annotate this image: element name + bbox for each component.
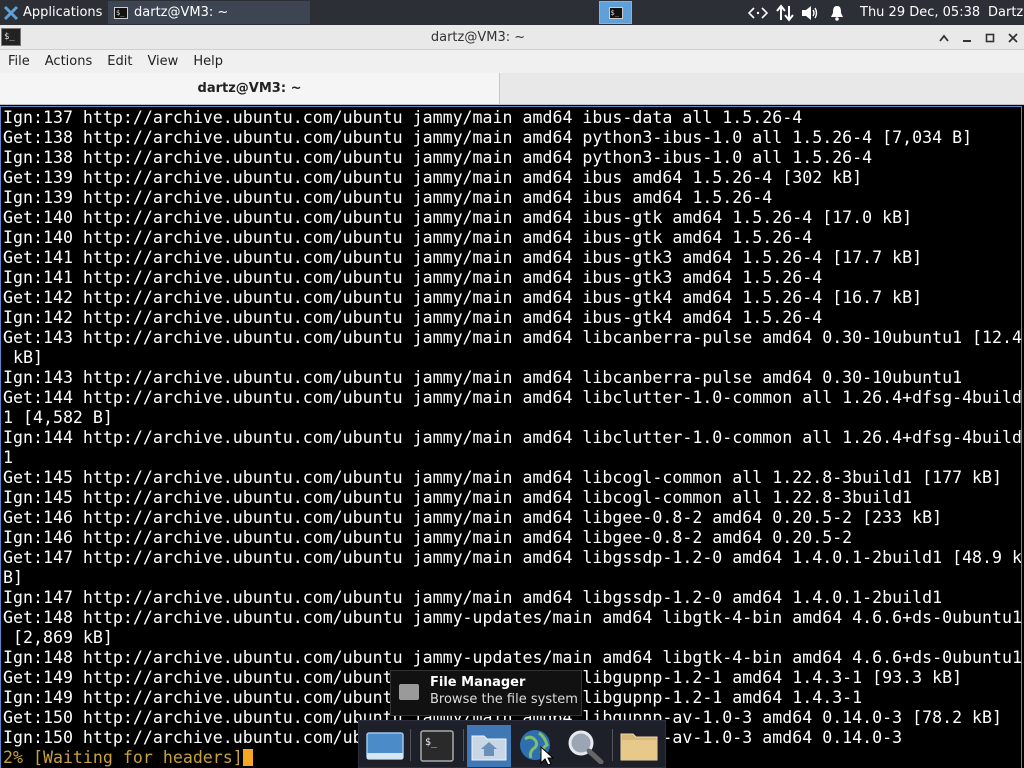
workspace-switcher-button[interactable]: $_ [599, 1, 632, 24]
clock[interactable]: Thu 29 Dec, 05:38 [860, 0, 980, 25]
window-title: dartz@VM3: ~ [430, 30, 526, 45]
xfce-logo-icon [3, 5, 19, 21]
text-cursor [242, 749, 253, 766]
close-icon [1008, 32, 1018, 43]
file-manager-tooltip: File Manager Browse the file system [390, 670, 582, 716]
show-desktop-button[interactable] [363, 725, 407, 767]
volume-icon[interactable] [801, 0, 819, 25]
terminal-line: 1 [3, 448, 13, 467]
maximize-icon [985, 33, 995, 42]
terminal-line: Get:145 http://archive.ubuntu.com/ubuntu… [3, 468, 1003, 487]
terminal-icon: $_ [420, 730, 454, 762]
show-desktop-icon [366, 732, 404, 760]
terminal-line: Get:140 http://archive.ubuntu.com/ubuntu… [3, 208, 913, 227]
dock-separator [410, 729, 411, 761]
search-launcher[interactable] [563, 725, 607, 767]
terminal-line: Ign:143 http://archive.ubuntu.com/ubuntu… [3, 368, 963, 387]
terminal-launcher[interactable]: $_ [415, 725, 459, 767]
svg-text:$_: $_ [425, 737, 438, 748]
terminal-line: Get:144 http://archive.ubuntu.com/ubuntu… [3, 388, 1022, 407]
terminal-line: Ign:147 http://archive.ubuntu.com/ubuntu… [3, 588, 943, 607]
tooltip-subtitle: Browse the file system [430, 692, 578, 707]
dock-separator [612, 729, 613, 761]
search-icon [568, 730, 604, 764]
taskbar-window-button[interactable]: $_ dartz@VM3: ~ [108, 1, 310, 24]
taskbar-window-label: dartz@VM3: ~ [134, 5, 229, 20]
terminal-line: Ign:141 http://archive.ubuntu.com/ubuntu… [3, 268, 823, 287]
terminal-line: Get:146 http://archive.ubuntu.com/ubuntu… [3, 508, 943, 527]
applications-label: Applications [23, 5, 103, 20]
top-panel: Applications $_ dartz@VM3: ~ $_ Thu 29 D… [0, 0, 1024, 25]
notification-bell-icon[interactable] [829, 0, 845, 25]
minimize-icon [963, 39, 971, 42]
tab-terminal[interactable]: dartz@VM3: ~ [0, 73, 500, 104]
terminal-line: 1 [4,582 B] [3, 408, 113, 427]
close-button[interactable] [1003, 25, 1023, 50]
terminal-line: Get:143 http://archive.ubuntu.com/ubuntu… [3, 328, 1022, 347]
terminal-line: Get:139 http://archive.ubuntu.com/ubuntu… [3, 168, 863, 187]
tooltip-title: File Manager [430, 675, 526, 690]
window-titlebar[interactable]: $_ dartz@VM3: ~ [0, 25, 1024, 50]
network-code-icon[interactable] [748, 0, 768, 25]
menu-edit[interactable]: Edit [99, 50, 139, 73]
menu-view[interactable]: View [139, 50, 185, 73]
terminal-line: [2,869 kB] [3, 628, 113, 647]
terminal-line: B] [3, 568, 23, 587]
folder-icon [620, 733, 658, 761]
progress-text: 2% [Waiting for headers] [3, 748, 243, 767]
terminal-text: Ign:137 http://archive.ubuntu.com/ubuntu… [3, 108, 1022, 768]
terminal-line: Ign:144 http://archive.ubuntu.com/ubuntu… [3, 428, 1022, 447]
terminal-line: Get:141 http://archive.ubuntu.com/ubuntu… [3, 248, 923, 267]
tab-bar: dartz@VM3: ~ [0, 73, 1024, 105]
chevron-up-icon [939, 34, 949, 42]
terminal-line: Ign:148 http://archive.ubuntu.com/ubuntu… [3, 648, 1022, 667]
terminal-line: Ign:137 http://archive.ubuntu.com/ubuntu… [3, 108, 803, 127]
applications-menu-button[interactable]: Applications [0, 0, 106, 25]
terminal-line: Get:147 http://archive.ubuntu.com/ubuntu… [3, 548, 1022, 567]
terminal-line: Ign:142 http://archive.ubuntu.com/ubuntu… [3, 308, 823, 327]
file-manager-launcher[interactable] [467, 725, 511, 767]
terminal-line: Get:148 http://archive.ubuntu.com/ubuntu… [3, 608, 1022, 627]
terminal-icon: $_ [114, 6, 128, 19]
terminal-line: Ign:138 http://archive.ubuntu.com/ubuntu… [3, 148, 873, 167]
menu-file[interactable]: File [0, 50, 37, 73]
web-browser-icon [520, 730, 555, 765]
terminal-line: Ign:139 http://archive.ubuntu.com/ubuntu… [3, 188, 773, 207]
folder-launcher[interactable] [617, 725, 661, 767]
web-browser-launcher[interactable] [515, 725, 559, 767]
terminal-output[interactable]: Ign:137 http://archive.ubuntu.com/ubuntu… [0, 106, 1022, 768]
dock-separator [463, 729, 464, 761]
maximize-button[interactable] [980, 25, 1000, 50]
terminal-line: Ign:145 http://archive.ubuntu.com/ubuntu… [3, 488, 913, 507]
menu-help[interactable]: Help [185, 50, 230, 73]
menu-bar: File Actions Edit View Help [0, 50, 1024, 73]
user-menu[interactable]: Dartz [988, 0, 1023, 25]
home-folder-icon [471, 735, 507, 761]
minimize-button[interactable] [957, 25, 977, 50]
terminal-icon: $_ [608, 6, 623, 19]
terminal-line: Ign:146 http://archive.ubuntu.com/ubuntu… [3, 528, 853, 547]
dock: $_ [358, 720, 666, 768]
menu-actions[interactable]: Actions [37, 50, 100, 73]
terminal-line: Ign:140 http://archive.ubuntu.com/ubuntu… [3, 228, 813, 247]
shade-button[interactable] [934, 25, 954, 50]
terminal-line: Get:138 http://archive.ubuntu.com/ubuntu… [3, 128, 973, 147]
terminal-line: kB] [3, 348, 43, 367]
network-transfer-icon[interactable] [776, 0, 794, 25]
terminal-line: Get:142 http://archive.ubuntu.com/ubuntu… [3, 288, 923, 307]
file-manager-icon [399, 684, 419, 700]
